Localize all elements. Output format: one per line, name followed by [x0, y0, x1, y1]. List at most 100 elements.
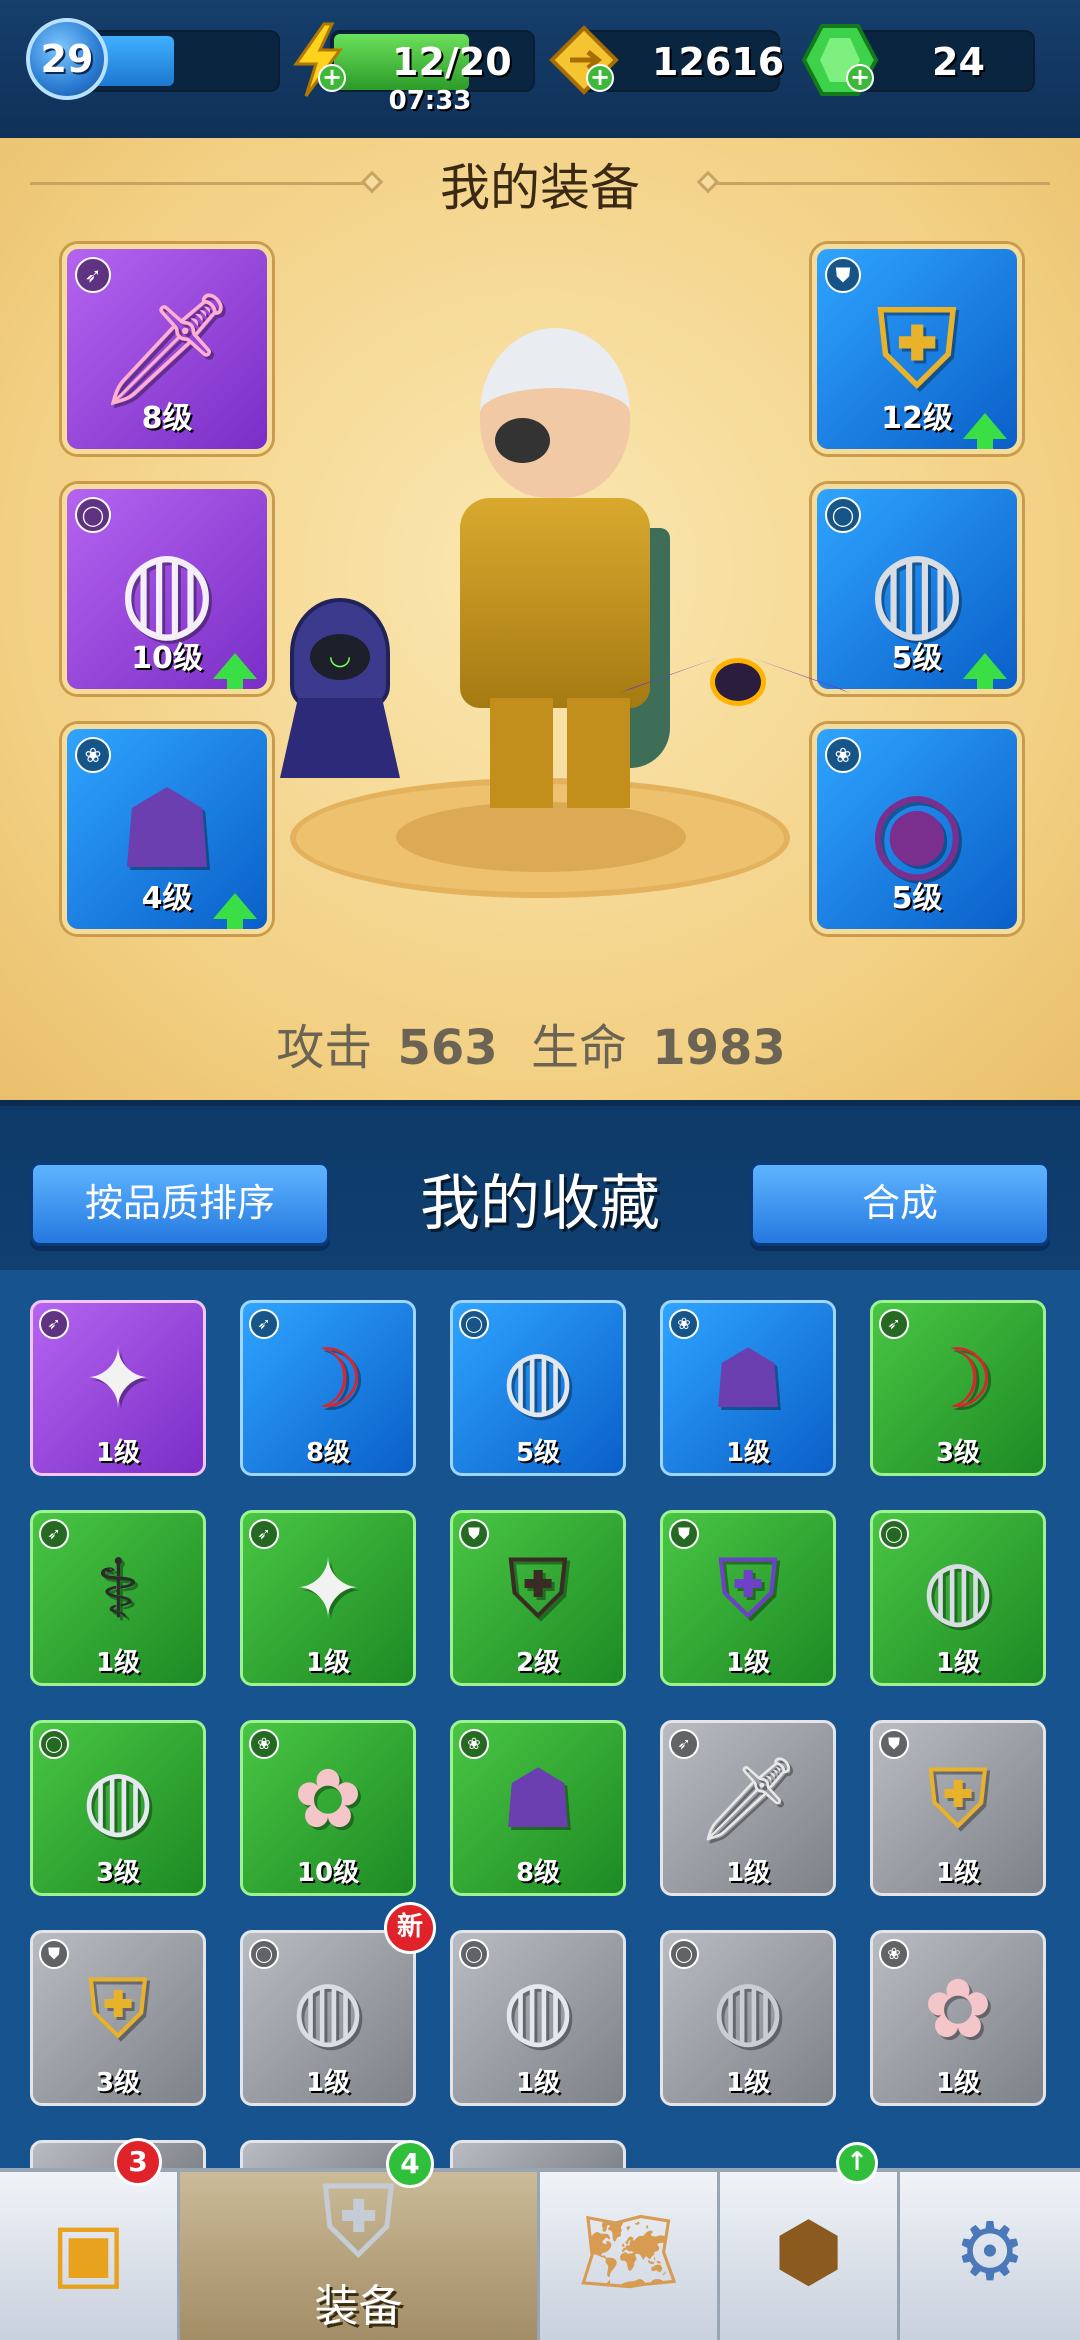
item-level: 1级 [95, 1648, 141, 1678]
treasure-map-icon: 🗺 [577, 2205, 680, 2298]
wolf-ring-icon: ◍ [502, 1962, 574, 2057]
item-level: 8级 [305, 1438, 351, 1468]
equip-slot-weapon[interactable]: ➶ 🗡 8级 [62, 244, 272, 454]
equip-slot-armor[interactable]: ⛊ ⛨ 12级 [812, 244, 1022, 454]
nav-shop[interactable]: ▣ [0, 2172, 180, 2340]
collection-title: 我的收藏 [420, 1169, 660, 1239]
armor-nav-icon: ⛨ [321, 2163, 396, 2280]
collection-item[interactable]: ➶ 🗡 1级 [660, 1720, 836, 1896]
item-level: 1级 [725, 1858, 771, 1888]
reaper-pet-icon: ☗ [501, 1752, 575, 1847]
hero-character[interactable] [440, 328, 670, 828]
reaper-pet-icon: ☗ [711, 1332, 785, 1427]
item-level: 1级 [725, 1648, 771, 1678]
collection-item[interactable]: ◯ ◍ 1级 [450, 1930, 626, 2106]
golden-armor-icon: ⛨ [87, 1962, 149, 2057]
item-level: 3级 [95, 2068, 141, 2098]
gem-value: 24 [932, 40, 985, 84]
gold-plus-icon[interactable]: + [586, 64, 614, 92]
collection-header: 按品质排序 我的收藏 合成 [0, 1100, 1080, 1270]
fairy-pet-icon: ✿ [923, 1962, 993, 2057]
energy-timer: 07:33 [388, 86, 472, 116]
collection-item[interactable]: ⛊ ⛨ 1级 [870, 1720, 1046, 1896]
wolf-ring-icon: ◍ [502, 1332, 574, 1427]
slot-level: 8级 [141, 401, 193, 436]
item-level: 1级 [935, 2068, 981, 2098]
scythe-icon: ⚕ [95, 1542, 141, 1637]
mage-robe-icon: ⛨ [717, 1542, 779, 1637]
snake-ring-icon: ◍ [712, 1962, 784, 2057]
collection-item[interactable]: ❀ ✿ 10级 [240, 1720, 416, 1896]
slot-level: 10级 [131, 641, 203, 676]
eagle-ring-icon: ◍ [82, 1752, 154, 1847]
new-badge: 新 [384, 1902, 436, 1954]
equip-slot-pet[interactable]: ❀ ☗ 4级 [62, 724, 272, 934]
item-level: 1级 [95, 1438, 141, 1468]
item-level: 1级 [515, 2068, 561, 2098]
collection-item[interactable]: ➶ ☽ 8级 [240, 1300, 416, 1476]
equip-slot-ring[interactable]: ◯ ◍ 10级 [62, 484, 272, 694]
collection-item[interactable]: ◯ ◍ 1级 [240, 1930, 416, 2106]
bear-ring-icon: ◍ [292, 1962, 364, 2057]
equipment-title: 我的装备 [440, 159, 640, 217]
collection-item[interactable]: ◯ ◍ 5级 [450, 1300, 626, 1476]
collection-item[interactable]: ⛊ ⛨ 3级 [30, 1930, 206, 2106]
collection-item[interactable]: ◯ ◍ 3级 [30, 1720, 206, 1896]
collection-item[interactable]: ➶ ☽ 3级 [870, 1300, 1046, 1476]
equipment-panel: 我的装备 ➶ 🗡 8级 ◯ ◍ 10级 ❀ ☗ 4级 ⛊ ⛨ 12级 ◯ ◍ 5… [0, 138, 1080, 1100]
energy-plus-icon[interactable]: + [318, 64, 346, 92]
item-level: 8级 [515, 1858, 561, 1888]
upgrade-available-icon: ↑ [836, 2142, 878, 2184]
red-bow-icon: ☽ [921, 1332, 995, 1427]
shop-notification-badge: 3 [114, 2138, 162, 2186]
jagged-sword-icon: 🗡 [695, 1752, 801, 1847]
sort-by-quality-button[interactable]: 按品质排序 [30, 1162, 330, 1246]
item-level: 3级 [935, 1438, 981, 1468]
slot-level: 5级 [891, 881, 943, 916]
game-screen: 29 12/20 + 07:33 12616 + 24 + 我的装备 ➶ 🗡 8… [0, 0, 1080, 2340]
equip-slot-pet-2[interactable]: ❀ ◉ 5级 [812, 724, 1022, 934]
gold-value: 12616 [652, 40, 785, 84]
nav-equipment-label: 装备 [314, 2281, 403, 2332]
collection-item[interactable]: ⛊ ⛨ 2级 [450, 1510, 626, 1686]
red-bow-icon: ☽ [291, 1332, 365, 1427]
attack-label: 攻击 [276, 1020, 373, 1076]
nav-equipment[interactable]: ⛨ 装备 [180, 2172, 540, 2340]
attack-value: 563 [397, 1020, 498, 1076]
item-level: 2级 [515, 1648, 561, 1678]
collection-item[interactable]: ◯ ◍ 1级 [870, 1510, 1046, 1686]
reaper-companion: ◡ [280, 598, 400, 778]
item-level: 1级 [935, 1858, 981, 1888]
item-level: 10级 [296, 1858, 360, 1888]
nav-upgrade[interactable]: ⬢ [720, 2172, 900, 2340]
item-level: 5级 [515, 1438, 561, 1468]
equipment-count-badge: 4 [386, 2140, 434, 2188]
item-level: 1级 [725, 2068, 771, 2098]
leather-armor-icon: ⛨ [507, 1542, 569, 1637]
energy-value: 12/20 [392, 40, 512, 84]
collection-item[interactable]: ➶ ✦ 1级 [240, 1510, 416, 1686]
upgrade-hexagon-icon: ⬢ [773, 2205, 844, 2298]
energy-bar[interactable]: 12/20 [330, 30, 535, 92]
item-level: 3级 [95, 1858, 141, 1888]
bottom-nav: ▣ ⛨ 装备 🗺 ⬢ ⚙ [0, 2168, 1080, 2340]
gem-plus-icon[interactable]: + [846, 64, 874, 92]
collection-item[interactable]: ➶ ✦ 1级 [30, 1300, 206, 1476]
collection-item[interactable]: ❀ ✿ 1级 [870, 1930, 1046, 2106]
item-level: 1级 [935, 1648, 981, 1678]
nav-settings[interactable]: ⚙ [900, 2172, 1080, 2340]
player-level-badge[interactable]: 29 [26, 18, 108, 100]
hp-value: 1983 [652, 1020, 786, 1076]
collection-item[interactable]: ➶ ⚕ 1级 [30, 1510, 206, 1686]
collection-item[interactable]: ⛊ ⛨ 1级 [660, 1510, 836, 1686]
nav-map[interactable]: 🗺 [540, 2172, 720, 2340]
collection-item[interactable]: ◯ ◍ 1级 [660, 1930, 836, 2106]
item-level: 1级 [305, 2068, 351, 2098]
treasure-chest-icon: ▣ [50, 2205, 127, 2298]
collection-item[interactable]: ❀ ☗ 1级 [660, 1300, 836, 1476]
merge-button[interactable]: 合成 [750, 1162, 1050, 1246]
collection-item[interactable]: ❀ ☗ 8级 [450, 1720, 626, 1896]
item-level: 1级 [305, 1648, 351, 1678]
golden-armor-icon: ⛨ [927, 1752, 989, 1847]
gear-icon: ⚙ [954, 2205, 1026, 2298]
